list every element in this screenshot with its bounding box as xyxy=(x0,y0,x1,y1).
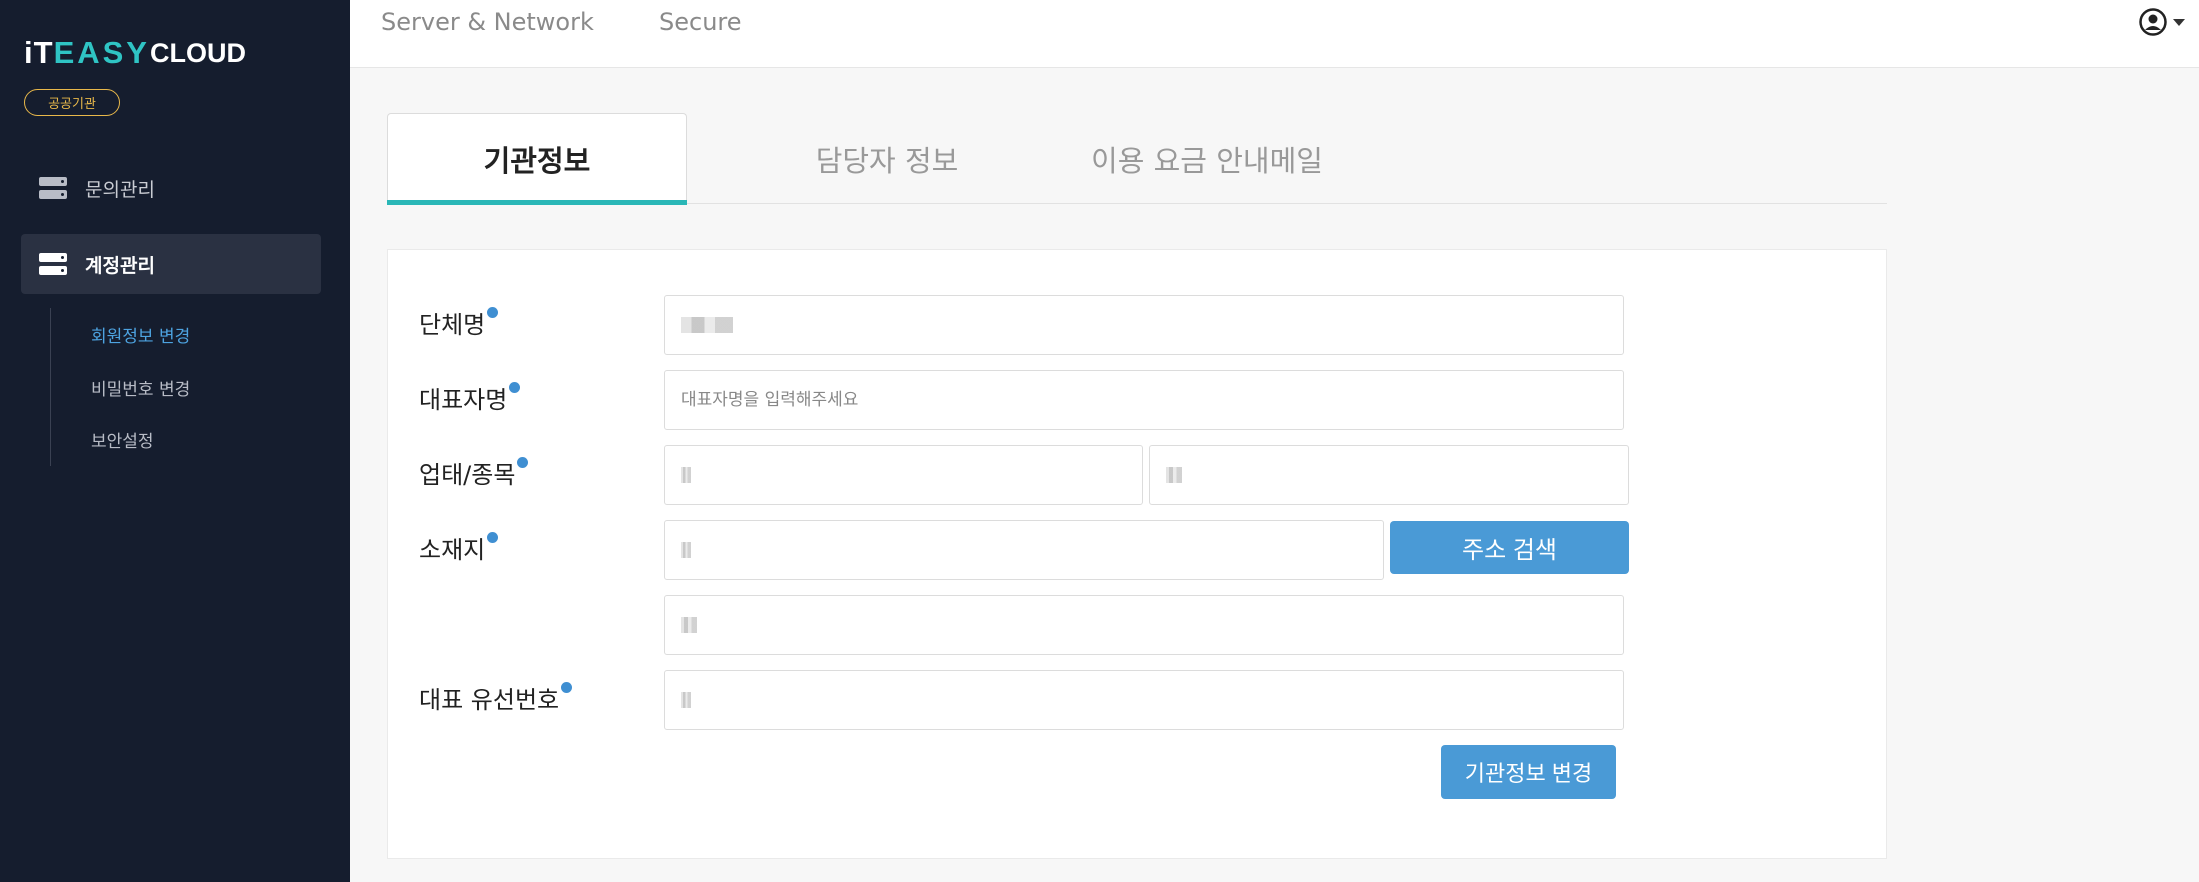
required-dot xyxy=(517,457,529,468)
tab-org-info[interactable]: 기관정보 xyxy=(387,113,687,205)
subnav-item-member-info[interactable]: 회원정보 변경 xyxy=(91,322,190,347)
logo-part-cloud: CLOUD xyxy=(149,37,246,68)
account-subnav: 회원정보 변경 비밀번호 변경 보안설정 xyxy=(50,308,310,466)
logo-part-it: iT xyxy=(24,35,54,70)
org-type-badge: 공공기관 xyxy=(24,89,120,116)
business-type-field[interactable] xyxy=(664,445,1143,505)
masked-value xyxy=(681,467,691,483)
rep-name-label: 대표자명 xyxy=(419,380,521,415)
chevron-down-icon xyxy=(2173,18,2185,26)
address-label: 소재지 xyxy=(419,530,499,565)
required-dot xyxy=(487,532,499,543)
required-dot xyxy=(561,682,573,693)
business-label: 업태/종목 xyxy=(419,455,529,490)
rep-name-input[interactable] xyxy=(664,370,1624,430)
sidebar-item-account[interactable]: 계정관리 xyxy=(21,234,321,294)
subnav-item-password[interactable]: 비밀번호 변경 xyxy=(91,375,190,400)
masked-value xyxy=(681,617,697,633)
logo-part-easy: EASY xyxy=(53,35,150,70)
masked-value xyxy=(681,542,691,558)
top-bar: Server & Network Secure xyxy=(350,0,2199,68)
phone-field[interactable] xyxy=(664,670,1624,730)
address-field[interactable] xyxy=(664,520,1384,580)
update-org-info-button[interactable]: 기관정보 변경 xyxy=(1441,745,1616,799)
org-info-form: 단체명 대표자명 업태/종목 소재지 주소 검색 대표 유선번호 기관정보 변경 xyxy=(387,249,1887,859)
brand-logo[interactable]: iT EASY CLOUD xyxy=(24,35,246,70)
required-dot xyxy=(487,307,499,318)
address-detail-field[interactable] xyxy=(664,595,1624,655)
tab-manager-info[interactable]: 담당자 정보 xyxy=(737,113,1037,204)
user-menu[interactable] xyxy=(2139,8,2185,36)
subnav-item-security[interactable]: 보안설정 xyxy=(91,427,154,452)
tab-billing-mail[interactable]: 이용 요금 안내메일 xyxy=(1007,113,1407,204)
masked-value xyxy=(681,692,691,708)
sidebar-item-label: 계정관리 xyxy=(85,254,155,277)
masked-value xyxy=(1166,467,1182,483)
sidebar: iT EASY CLOUD 공공기관 문의관리 계정관리 회원정보 변경 비밀번호 … xyxy=(0,0,350,882)
sidebar-item-label: 문의관리 xyxy=(85,178,155,201)
phone-label: 대표 유선번호 xyxy=(419,680,573,715)
address-search-button[interactable]: 주소 검색 xyxy=(1390,521,1629,574)
business-item-field[interactable] xyxy=(1149,445,1629,505)
masked-value xyxy=(681,317,733,333)
required-dot xyxy=(509,382,521,393)
org-name-field[interactable] xyxy=(664,295,1624,355)
org-name-label: 단체명 xyxy=(419,305,499,340)
tab-bar: 기관정보 담당자 정보 이용 요금 안내메일 xyxy=(387,113,1887,205)
server-icon xyxy=(39,177,67,199)
top-link-server-network[interactable]: Server & Network xyxy=(381,8,594,36)
sidebar-item-inquiry[interactable]: 문의관리 xyxy=(21,158,321,218)
user-circle-icon xyxy=(2139,8,2167,36)
top-link-secure[interactable]: Secure xyxy=(659,8,742,36)
server-icon xyxy=(39,253,67,275)
